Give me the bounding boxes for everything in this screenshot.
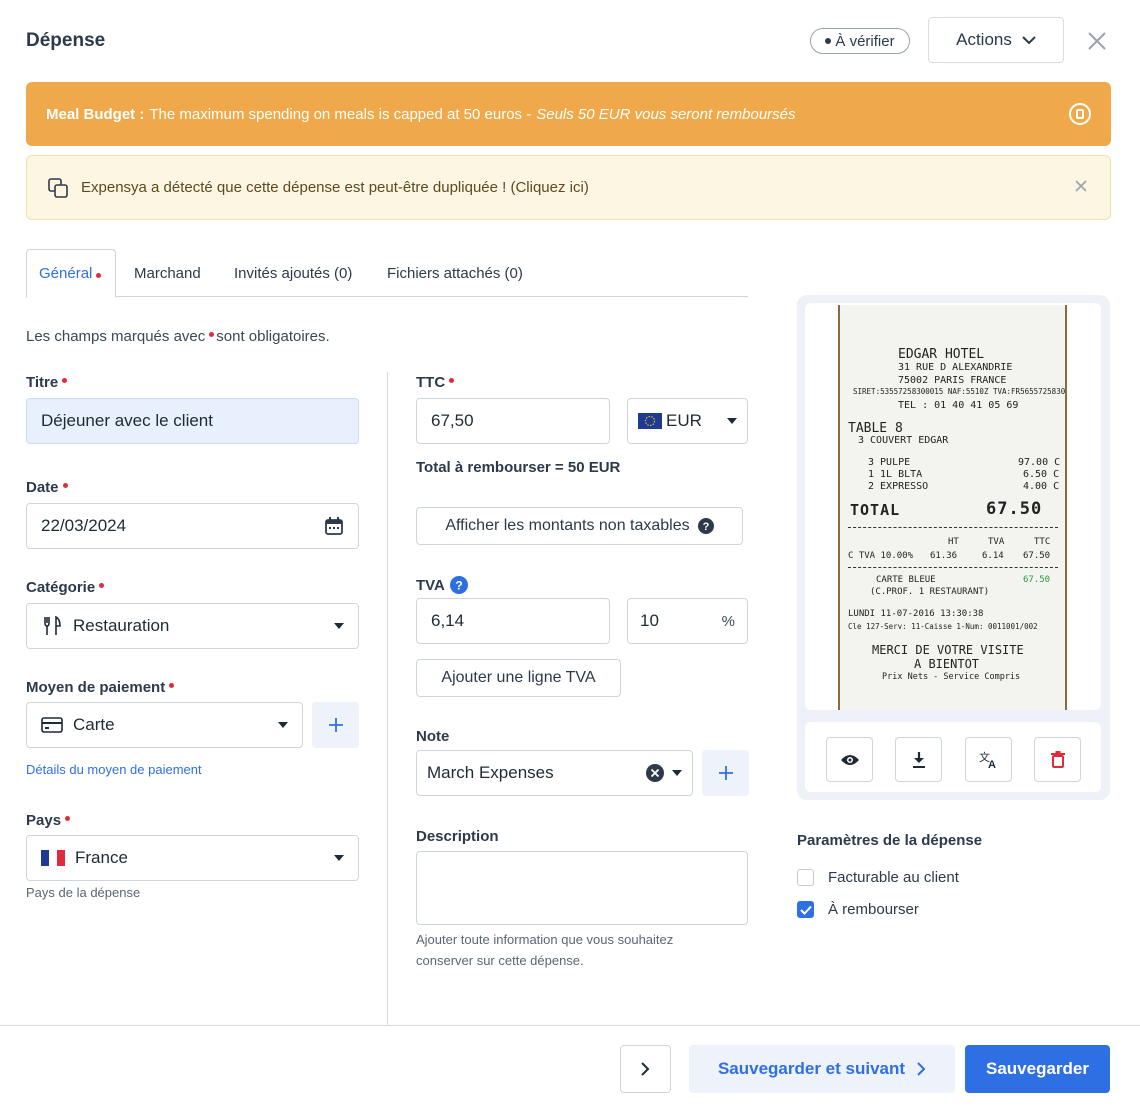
dropdown-caret-icon bbox=[278, 722, 288, 728]
help-icon[interactable]: ? bbox=[449, 576, 468, 594]
credit-card-icon bbox=[41, 717, 63, 733]
add-tva-line-button[interactable]: Ajouter une ligne TVA bbox=[416, 659, 621, 697]
tva-input[interactable]: 6,14 bbox=[416, 598, 610, 644]
translate-receipt-button[interactable]: 文A bbox=[965, 737, 1012, 782]
close-banner-icon[interactable] bbox=[1074, 179, 1088, 193]
tab-guests[interactable]: Invités ajoutés (0) bbox=[234, 249, 352, 297]
country-hint: Pays de la dépense bbox=[26, 885, 141, 900]
delete-receipt-button[interactable] bbox=[1034, 737, 1081, 782]
meal-budget-banner: Meal Budget : The maximum spending on me… bbox=[26, 82, 1111, 146]
payment-select[interactable]: Carte bbox=[26, 702, 303, 748]
tab-attachments[interactable]: Fichiers attachés (0) bbox=[387, 249, 523, 297]
dropdown-caret-icon bbox=[672, 770, 682, 776]
svg-text:?: ? bbox=[702, 521, 709, 533]
duplicate-icon bbox=[48, 177, 68, 198]
description-hint: Ajouter toute information que vous souha… bbox=[416, 932, 674, 968]
save-button[interactable]: Sauvegarder bbox=[965, 1045, 1110, 1093]
expense-settings-title: Paramètres de la dépense bbox=[797, 832, 983, 849]
required-marker bbox=[96, 273, 102, 278]
next-expense-button[interactable] bbox=[620, 1045, 671, 1093]
eu-flag-icon bbox=[638, 413, 662, 429]
description-textarea[interactable] bbox=[416, 851, 748, 925]
add-note-button[interactable] bbox=[702, 750, 749, 796]
required-fields-note: Les champs marqués avec sont obligatoires… bbox=[26, 328, 330, 345]
country-select[interactable]: France bbox=[26, 835, 359, 881]
dropdown-caret-icon bbox=[727, 418, 737, 424]
show-non-taxable-button[interactable]: Afficher les montants non taxables ? bbox=[416, 507, 743, 545]
eye-icon bbox=[840, 754, 859, 765]
billable-option[interactable]: Facturable au client bbox=[797, 869, 959, 886]
budget-info-icon[interactable] bbox=[1069, 103, 1091, 125]
note-label: Note bbox=[416, 728, 450, 745]
plus-icon bbox=[718, 766, 733, 780]
date-label: Date bbox=[26, 479, 70, 496]
note-select[interactable]: March Expenses bbox=[416, 750, 693, 796]
dropdown-caret-icon bbox=[334, 855, 344, 861]
refund-option[interactable]: À rembourser bbox=[797, 901, 919, 918]
duplicate-warning-banner[interactable]: Expensya a détecté que cette dépense est… bbox=[26, 155, 1111, 220]
payment-label: Moyen de paiement bbox=[26, 679, 176, 696]
actions-button[interactable]: Actions bbox=[928, 17, 1064, 63]
dropdown-caret-icon bbox=[334, 623, 344, 629]
column-divider bbox=[387, 372, 388, 1025]
tab-bar: Général Marchand Invités ajoutés (0) Fic… bbox=[26, 249, 748, 298]
tva-label: TVA ? bbox=[416, 576, 468, 594]
duplicate-warning-text[interactable]: Expensya a détecté que cette dépense est… bbox=[81, 179, 589, 196]
calendar-icon[interactable] bbox=[324, 516, 344, 536]
status-dot-icon bbox=[825, 38, 832, 44]
payment-details-link[interactable]: Détails du moyen de paiement bbox=[26, 762, 202, 777]
ttc-input[interactable]: 67,50 bbox=[416, 398, 610, 444]
tab-merchant[interactable]: Marchand bbox=[134, 249, 201, 297]
tva-rate-input[interactable]: 10 % bbox=[627, 598, 748, 644]
receipt-image[interactable]: EDGAR HOTEL 31 RUE D ALEXANDRIE 75002 PA… bbox=[838, 305, 1067, 710]
add-payment-button[interactable] bbox=[312, 702, 359, 748]
category-label: Catégorie bbox=[26, 579, 106, 596]
dialog-title: Dépense bbox=[26, 30, 106, 51]
save-and-next-button[interactable]: Sauvegarder et suivant bbox=[689, 1045, 955, 1093]
status-badge: À vérifier bbox=[810, 28, 910, 54]
france-flag-icon bbox=[41, 850, 65, 866]
svg-text:?: ? bbox=[455, 579, 462, 593]
chevron-right-icon bbox=[917, 1062, 926, 1076]
tab-general[interactable]: Général bbox=[26, 249, 117, 298]
billable-checkbox[interactable] bbox=[797, 869, 814, 886]
clear-icon[interactable] bbox=[646, 764, 664, 782]
title-label: Titre bbox=[26, 374, 69, 391]
trash-icon bbox=[1050, 751, 1065, 768]
footer-divider bbox=[0, 1025, 1140, 1026]
help-icon: ? bbox=[697, 518, 714, 534]
description-label: Description bbox=[416, 828, 499, 845]
close-icon[interactable] bbox=[1086, 30, 1108, 52]
country-label: Pays bbox=[26, 812, 72, 829]
total-refund-text: Total à rembourser = 50 EUR bbox=[416, 459, 621, 476]
title-input[interactable]: Déjeuner avec le client bbox=[26, 398, 359, 444]
cutlery-icon bbox=[44, 615, 61, 635]
refund-checkbox[interactable] bbox=[797, 901, 814, 918]
view-receipt-button[interactable] bbox=[826, 737, 873, 782]
chevron-right-icon bbox=[641, 1062, 650, 1076]
download-receipt-button[interactable] bbox=[895, 737, 942, 782]
chevron-down-icon bbox=[1022, 35, 1036, 44]
ttc-label: TTC bbox=[416, 374, 456, 391]
checkmark-icon bbox=[799, 905, 812, 915]
download-icon bbox=[912, 751, 925, 768]
translate-icon: 文A bbox=[979, 750, 996, 770]
date-input[interactable]: 22/03/2024 bbox=[26, 503, 359, 549]
category-select[interactable]: Restauration bbox=[26, 603, 359, 649]
plus-icon bbox=[328, 718, 343, 732]
currency-select[interactable]: EUR bbox=[627, 398, 748, 444]
svg-text:A: A bbox=[988, 759, 996, 770]
